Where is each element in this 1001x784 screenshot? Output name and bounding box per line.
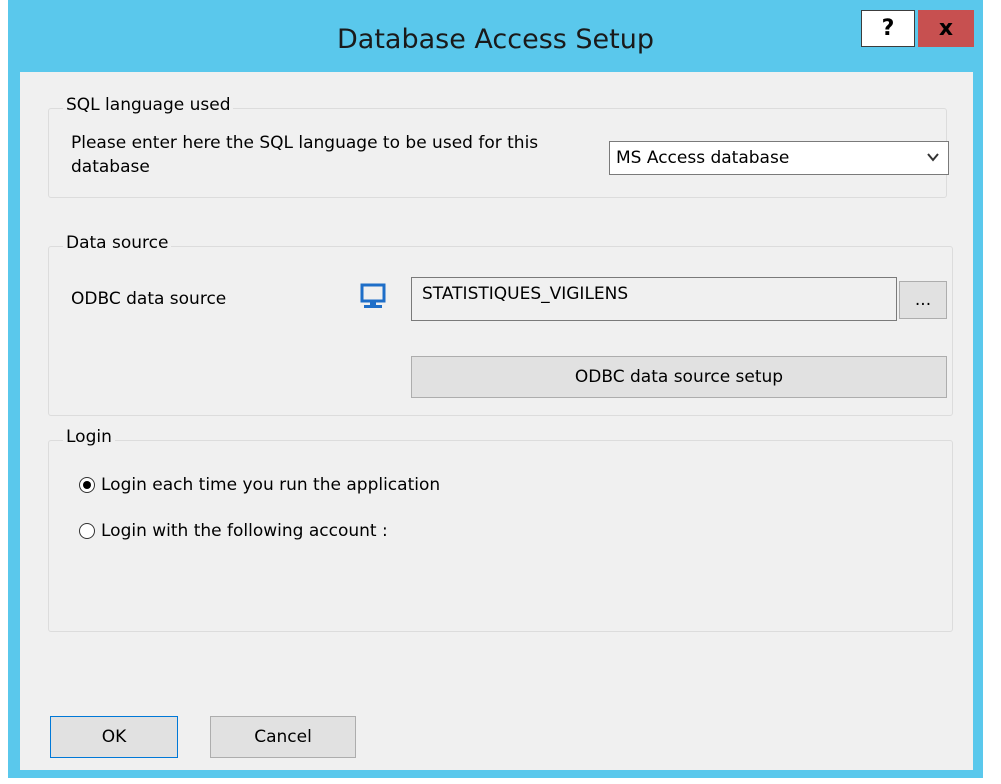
cancel-button[interactable]: Cancel: [210, 716, 356, 758]
title-bar[interactable]: Database Access Setup ? x: [8, 0, 983, 72]
login-group: Login Login each time you run the applic…: [48, 427, 953, 632]
login-account-label: Login with the following account :: [101, 521, 388, 541]
login-account-option[interactable]: Login with the following account :: [79, 521, 388, 541]
login-each-time-option[interactable]: Login each time you run the application: [79, 475, 440, 495]
sql-language-selected: MS Access database: [616, 148, 790, 168]
login-group-title: Login: [63, 427, 115, 447]
dialog-client-area: SQL language used Please enter here the …: [20, 72, 973, 770]
help-button[interactable]: ?: [861, 10, 915, 47]
login-each-time-radio[interactable]: [79, 477, 95, 493]
dialog-window: Database Access Setup ? x SQL language u…: [8, 0, 983, 778]
login-each-time-label: Login each time you run the application: [101, 475, 441, 495]
odbc-data-source-field[interactable]: STATISTIQUES_VIGILENS: [411, 277, 897, 321]
ok-button[interactable]: OK: [50, 716, 178, 758]
close-button[interactable]: x: [918, 10, 974, 47]
chevron-down-icon: [927, 153, 939, 162]
computer-monitor-icon: [360, 283, 386, 308]
login-account-radio[interactable]: [79, 523, 95, 539]
data-source-group: Data source ODBC data source STATISTIQUE…: [48, 233, 953, 416]
odbc-setup-button[interactable]: ODBC data source setup: [411, 356, 947, 398]
odbc-data-source-label: ODBC data source: [71, 289, 227, 309]
sql-language-select[interactable]: MS Access database: [609, 141, 949, 175]
window-title: Database Access Setup: [336, 24, 654, 55]
sql-language-prompt: Please enter here the SQL language to be…: [71, 133, 539, 177]
sql-language-group: SQL language used Please enter here the …: [48, 95, 949, 198]
sql-language-group-title: SQL language used: [63, 95, 234, 115]
data-source-group-title: Data source: [63, 233, 172, 253]
browse-data-source-button[interactable]: ...: [899, 281, 947, 319]
